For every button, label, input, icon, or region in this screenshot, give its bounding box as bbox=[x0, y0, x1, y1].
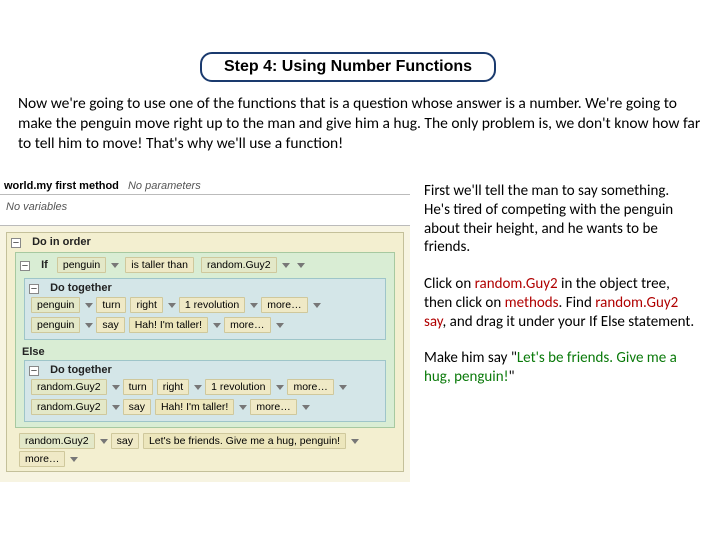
dropdown-icon[interactable] bbox=[339, 385, 347, 390]
token-say[interactable]: say bbox=[111, 433, 139, 449]
token-say[interactable]: say bbox=[123, 399, 151, 415]
dropdown-icon[interactable] bbox=[111, 263, 119, 268]
collapse-icon[interactable]: – bbox=[29, 284, 39, 294]
dropdown-icon[interactable] bbox=[250, 303, 258, 308]
do-together-label: Do together bbox=[50, 364, 112, 376]
token-penguin[interactable]: penguin bbox=[31, 297, 80, 313]
code-editor: world.my first method No parameters No v… bbox=[0, 178, 410, 482]
code-row[interactable]: random.Guy2 say Hah! I'm taller! more… bbox=[29, 398, 381, 416]
token-more[interactable]: more… bbox=[261, 297, 307, 313]
dropdown-icon[interactable] bbox=[112, 385, 120, 390]
text: , and drag it under your If Else stateme… bbox=[443, 313, 695, 331]
step-header: Step 4: Using Number Functions bbox=[200, 52, 496, 82]
sig-name: my first method bbox=[36, 180, 119, 192]
token-more[interactable]: more… bbox=[287, 379, 333, 395]
dropdown-icon[interactable] bbox=[302, 405, 310, 410]
dropdown-icon[interactable] bbox=[213, 323, 221, 328]
dropdown-icon[interactable] bbox=[282, 263, 290, 268]
token-more[interactable]: more… bbox=[224, 317, 270, 333]
dropdown-icon[interactable] bbox=[168, 303, 176, 308]
text: . Find bbox=[559, 294, 596, 312]
token-randomguy2[interactable]: random.Guy2 bbox=[31, 379, 107, 395]
collapse-icon[interactable]: – bbox=[11, 238, 21, 248]
instructions-panel: First we'll tell the man to say somethin… bbox=[410, 178, 710, 482]
token-string[interactable]: Let's be friends. Give me a hug, penguin… bbox=[143, 433, 346, 449]
dropdown-icon[interactable] bbox=[351, 439, 359, 444]
sig-params: No parameters bbox=[128, 180, 201, 192]
dropdown-icon[interactable] bbox=[70, 457, 78, 462]
sig-prefix: world. bbox=[4, 180, 36, 192]
token-penguin[interactable]: penguin bbox=[31, 317, 80, 333]
token-penguin[interactable]: penguin bbox=[57, 257, 106, 273]
content-columns: world.my first method No parameters No v… bbox=[0, 178, 720, 482]
dropdown-icon[interactable] bbox=[194, 385, 202, 390]
code-row[interactable]: random.Guy2 turn right 1 revolution more… bbox=[29, 378, 381, 396]
token-1rev[interactable]: 1 revolution bbox=[179, 297, 245, 313]
token-randomguy2[interactable]: random.Guy2 bbox=[19, 433, 95, 449]
token-turn[interactable]: turn bbox=[96, 297, 126, 313]
token-turn[interactable]: turn bbox=[123, 379, 153, 395]
token-is-taller[interactable]: is taller than bbox=[125, 257, 194, 273]
do-together-label: Do together bbox=[50, 282, 112, 294]
methods-ref: methods bbox=[505, 294, 559, 312]
text: Click on bbox=[424, 275, 475, 293]
token-randomguy2[interactable]: random.Guy2 bbox=[201, 257, 277, 273]
instruction-p2: Click on random.Guy2 in the object tree,… bbox=[424, 275, 698, 331]
dropdown-icon[interactable] bbox=[297, 263, 305, 268]
token-string[interactable]: Hah! I'm taller! bbox=[155, 399, 234, 415]
token-more[interactable]: more… bbox=[250, 399, 296, 415]
token-right[interactable]: right bbox=[130, 297, 162, 313]
token-1rev[interactable]: 1 revolution bbox=[205, 379, 271, 395]
do-together-block[interactable]: – Do together penguin turn right 1 revol… bbox=[24, 278, 386, 340]
no-variables: No variables bbox=[0, 195, 410, 226]
do-together-block[interactable]: – Do together random.Guy2 turn right 1 r… bbox=[24, 360, 386, 422]
dropdown-icon[interactable] bbox=[313, 303, 321, 308]
if-label: If bbox=[41, 259, 48, 271]
dropdown-icon[interactable] bbox=[276, 385, 284, 390]
else-label: Else bbox=[22, 346, 388, 358]
obj-ref: random.Guy2 bbox=[475, 275, 558, 293]
method-signature: world.my first method No parameters bbox=[0, 178, 410, 195]
collapse-icon[interactable]: – bbox=[20, 261, 30, 271]
dropdown-icon[interactable] bbox=[276, 323, 284, 328]
do-in-order-block[interactable]: – Do in order – If penguin is taller tha… bbox=[6, 232, 404, 472]
text: " bbox=[509, 368, 515, 386]
do-in-order-label: Do in order bbox=[32, 236, 91, 248]
token-right[interactable]: right bbox=[157, 379, 189, 395]
dropdown-icon[interactable] bbox=[239, 405, 247, 410]
intro-text: Now we're going to use one of the functi… bbox=[18, 94, 702, 153]
token-string[interactable]: Hah! I'm taller! bbox=[129, 317, 208, 333]
instruction-p3: Make him say "Let's be friends. Give me … bbox=[424, 349, 698, 387]
dropdown-icon[interactable] bbox=[85, 323, 93, 328]
code-row[interactable]: penguin turn right 1 revolution more… bbox=[29, 296, 381, 314]
token-say[interactable]: say bbox=[96, 317, 124, 333]
dropdown-icon[interactable] bbox=[100, 439, 108, 444]
dropdown-icon[interactable] bbox=[85, 303, 93, 308]
instruction-p1: First we'll tell the man to say somethin… bbox=[424, 182, 698, 257]
token-randomguy2[interactable]: random.Guy2 bbox=[31, 399, 107, 415]
token-more[interactable]: more… bbox=[19, 451, 65, 467]
code-row[interactable]: penguin say Hah! I'm taller! more… bbox=[29, 316, 381, 334]
text: Make him say " bbox=[424, 349, 517, 367]
if-block[interactable]: – If penguin is taller than random.Guy2 … bbox=[15, 252, 395, 428]
collapse-icon[interactable]: – bbox=[29, 366, 39, 376]
code-row[interactable]: random.Guy2 say Let's be friends. Give m… bbox=[17, 432, 393, 468]
dropdown-icon[interactable] bbox=[112, 405, 120, 410]
code-body: – Do in order – If penguin is taller tha… bbox=[0, 226, 410, 482]
